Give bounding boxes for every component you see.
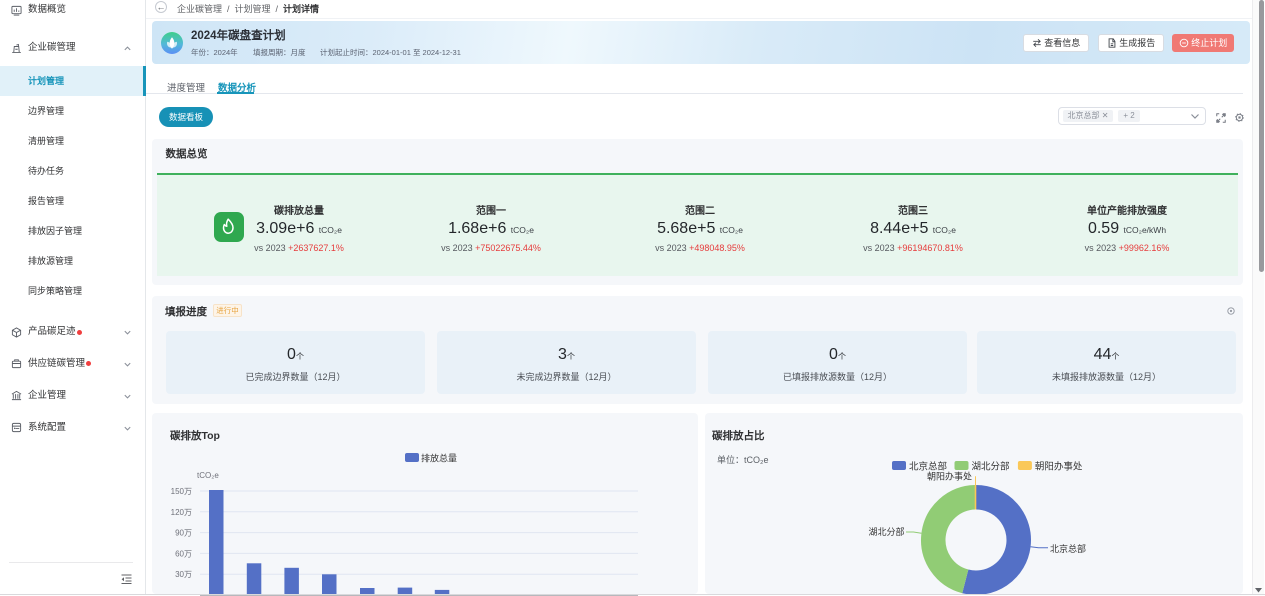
- svg-text:150万: 150万: [171, 487, 192, 496]
- svg-text:朝阳办事处: 朝阳办事处: [927, 471, 972, 482]
- svg-text:60万: 60万: [175, 549, 192, 558]
- svg-text:湖北分部: 湖北分部: [972, 461, 1010, 473]
- svg-text:120万: 120万: [171, 508, 192, 517]
- svg-text:tCO₂e: tCO₂e: [197, 471, 219, 480]
- svg-text:朝阳办事处: 朝阳办事处: [1035, 461, 1083, 473]
- svg-text:30万: 30万: [175, 570, 192, 579]
- svg-text:90万: 90万: [175, 529, 192, 538]
- svg-text:湖北分部: 湖北分部: [868, 526, 904, 537]
- svg-text:排放总量: 排放总量: [421, 453, 457, 464]
- svg-text:北京总部: 北京总部: [1050, 543, 1086, 554]
